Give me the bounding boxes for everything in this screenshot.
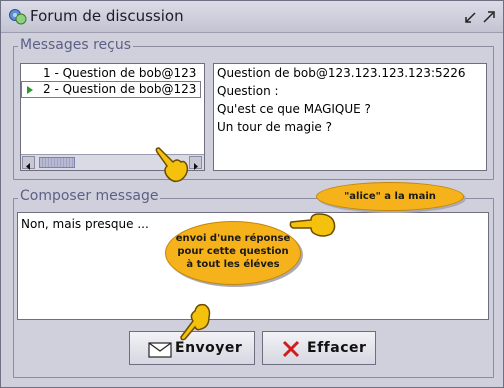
compose-text: Non, mais presque ... [21,217,149,231]
send-button-label: Envoyer [175,340,243,356]
scroll-left-button[interactable] [22,156,35,170]
send-annotation-line: pour cette question [177,246,289,257]
arrow-left-icon [26,163,30,170]
alice-annotation-bubble: "alice" a la main [316,182,464,211]
maximize-icon[interactable] [481,9,497,25]
send-annotation-line: envoi d'une réponse [175,233,291,244]
message-view[interactable]: Question de bob@123.123.123.123:5226 Que… [213,63,487,171]
scroll-thumb[interactable] [39,157,75,168]
send-annotation-line: à tout les éléves [186,259,280,270]
window-controls [463,9,497,25]
list-item-label: 1 - Question de bob@123 [43,66,197,80]
pointing-hand-icon [155,147,189,183]
minimize-icon[interactable] [463,9,479,25]
message-line: Un tour de magie ? [217,120,332,134]
title-bar[interactable]: Forum de discussion [1,1,503,33]
compose-message-legend: Composer message [18,188,161,204]
clear-x-icon [282,340,300,358]
clear-button-label: Effacer [307,340,367,356]
message-line: Question : [217,84,279,98]
message-line: Qu'est ce que MAGIQUE ? [217,102,371,116]
received-messages-legend: Messages reçus [18,37,134,53]
send-annotation-bubble: envoi d'une réponse pour cette question … [165,221,301,285]
envelope-icon [148,342,172,358]
list-item-label: 2 - Question de bob@123 [43,82,197,96]
list-item[interactable]: 1 - Question de bob@123 [21,65,201,82]
app-icon [9,9,27,25]
pointing-hand-icon [289,213,336,237]
message-line: Question de bob@123.123.123.123:5226 [217,66,466,80]
clear-button[interactable]: Effacer [262,331,376,365]
window-title: Forum de discussion [30,7,184,25]
pointing-hand-icon [180,303,211,341]
list-item-selected[interactable]: 2 - Question de bob@123 [21,81,201,98]
arrow-right-icon [194,163,198,170]
forum-window: Forum de discussion Messages reçus 1 - Q… [0,0,504,388]
alice-annotation-text: "alice" a la main [344,191,436,202]
selection-arrow-icon [27,86,33,94]
